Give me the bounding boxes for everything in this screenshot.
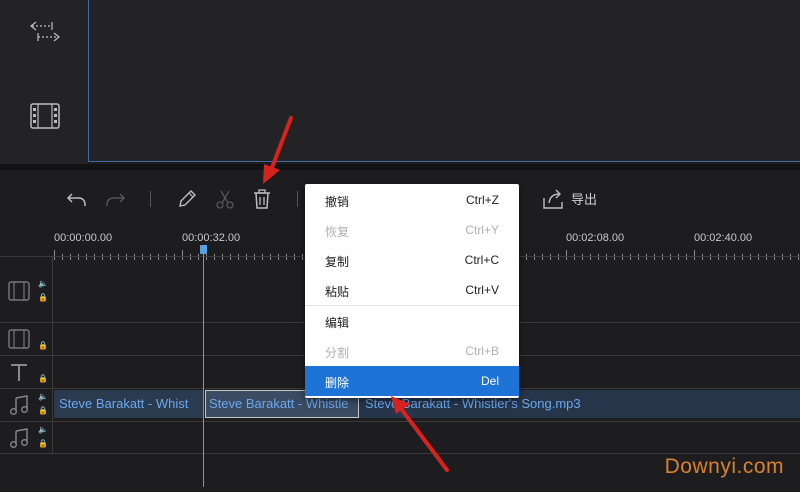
watermark-logo: Downyi.com xyxy=(664,455,784,478)
annotation-arrows xyxy=(263,116,449,472)
arrow-to-trash xyxy=(269,116,293,172)
arrow-to-delete xyxy=(400,408,449,472)
arrow-head-trash xyxy=(263,164,280,184)
